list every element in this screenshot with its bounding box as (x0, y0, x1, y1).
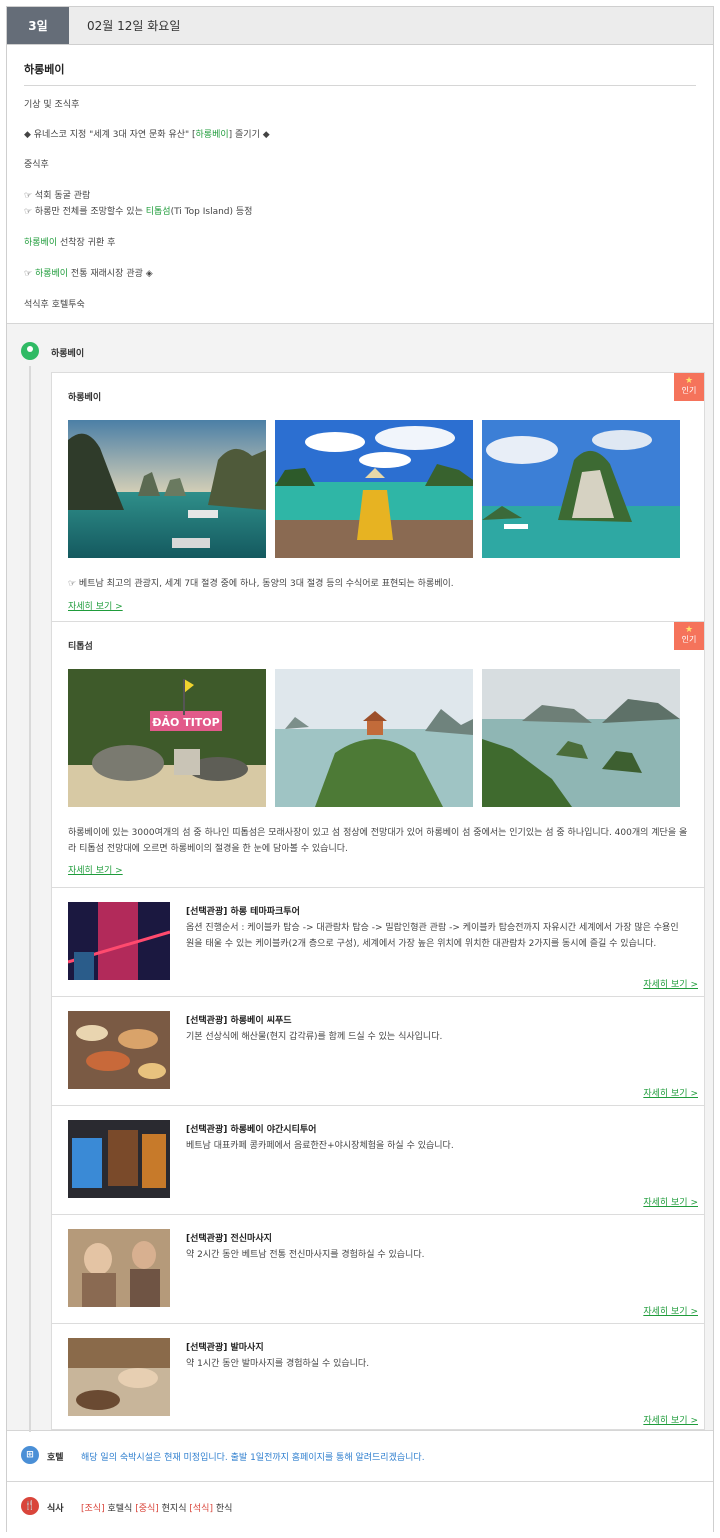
summary-line: ◆ 유네스코 지정 "세계 3대 자연 문화 유산" [하롱베이] 즐기기 ◆ (24, 127, 270, 140)
more-link[interactable]: 자세히 보기 > (643, 1413, 698, 1426)
more-link[interactable]: 자세히 보기 > (643, 1304, 698, 1317)
summary-text: (Ti Top Island) 등정 (170, 207, 253, 217)
location-label: 하롱베이 (51, 349, 85, 359)
option-description: 약 1시간 동안 발마사지를 경험하실 수 있습니다. (186, 1359, 370, 1369)
breakfast-value: 호텔식 (107, 1504, 133, 1514)
more-link[interactable]: 자세히 보기 > (643, 1086, 698, 1099)
summary-title: 하롱베이 (24, 61, 696, 86)
summary-line: 하롱베이 선착장 귀환 후 (24, 235, 115, 248)
titop-sign: ĐẢO TITOP (152, 715, 219, 729)
more-link[interactable]: 자세히 보기 > (68, 599, 123, 612)
summary-text: 선착장 귀환 후 (57, 238, 116, 248)
summary-line: ☞ 하롱베이 전통 재래시장 관광 ◈ (24, 266, 153, 279)
spot-photo (482, 669, 680, 807)
summary-line: ☞ 하롱만 전체를 조망할수 있는 티톱섬(Ti Top Island) 등정 (24, 204, 252, 217)
timeline-line (29, 366, 31, 1436)
option-thumbnail (68, 1011, 170, 1089)
option-description: 옵션 진행순서 : 케이블카 탑승 -> 대관람차 탑승 -> 밀랍인형관 관람… (186, 923, 679, 949)
summary-line: ☞ 석회 동굴 관람 (24, 188, 90, 201)
more-link[interactable]: 자세히 보기 > (643, 1195, 698, 1208)
summary-highlight: 티톱섬 (145, 207, 171, 217)
option-item: [선택관광] 하롱 테마파크투어 옵션 진행순서 : 케이블카 탑승 -> 대관… (52, 887, 704, 996)
fork-knife-icon: 🍴 (21, 1497, 39, 1515)
summary-text: 석식후 호텔투숙 (24, 300, 85, 310)
day-date: 02월 12일 화요일 (87, 19, 181, 33)
summary-text: 기상 및 조식후 (24, 100, 80, 110)
option-title: [선택관광] 하롱베이 야간시티투어 (186, 1125, 317, 1135)
spot-description: 하롱베이에 있는 3000여개의 섬 중 하나인 띠톱섬은 모래사장이 있고 섬… (68, 828, 688, 854)
hotel-icon: ⊞ (21, 1446, 39, 1464)
breakfast-tag: [조식] (81, 1504, 105, 1514)
badge-label: 인기 (681, 635, 697, 644)
option-title: [선택관광] 하롱베이 씨푸드 (186, 1016, 292, 1026)
lunch-tag: [중식] (135, 1504, 159, 1514)
day-number-badge: 3일 (7, 7, 69, 44)
spot-titop: 티톱섬 ★ 인기 ĐẢO TITOP 하롱베이에 있는 3000여개의 섬 중 … (52, 621, 704, 887)
hotel-label: 호텔 (47, 1453, 64, 1463)
summary-text: ☞ 석회 동굴 관람 (24, 191, 91, 201)
popular-badge: ★ 인기 (674, 622, 704, 650)
option-description: 베트남 대표카페 콩카페에서 음료한잔+야시장체험을 하실 수 있습니다. (186, 1141, 454, 1151)
dinner-tag: [석식] (189, 1504, 213, 1514)
summary-highlight: 하롱베이 (34, 269, 69, 279)
spot-title: 티톱섬 (68, 642, 93, 652)
more-link[interactable]: 자세히 보기 > (643, 977, 698, 990)
more-link[interactable]: 자세히 보기 > (68, 863, 123, 876)
meal-label: 식사 (47, 1504, 64, 1514)
option-title: [선택관광] 발마사지 (186, 1343, 264, 1353)
day-header: 3일 02월 12일 화요일 (7, 7, 713, 45)
star-icon: ★ (684, 376, 694, 386)
summary-line: 기상 및 조식후 (24, 97, 79, 110)
summary-highlight: 하롱베이 (195, 130, 229, 140)
option-title: [선택관광] 전신마사지 (186, 1234, 272, 1244)
lunch-value: 현지식 (161, 1504, 187, 1514)
option-thumbnail (68, 1338, 170, 1416)
spot-photo: ĐẢO TITOP (68, 669, 266, 807)
option-description: 약 2시간 동안 베트남 전통 전신마사지를 경험하실 수 있습니다. (186, 1250, 425, 1260)
spot-photo (275, 420, 473, 558)
summary-text: ☞ (24, 269, 35, 279)
popular-badge: ★ 인기 (674, 373, 704, 401)
option-item: [선택관광] 전신마사지 약 2시간 동안 베트남 전통 전신마사지를 경험하실… (52, 1214, 704, 1323)
dinner-value: 한식 (215, 1504, 233, 1514)
hotel-text: 해당 일의 숙박시설은 현재 미정입니다. 출발 1일전까지 홈페이지를 통해 … (81, 1453, 425, 1463)
spot-title: 하롱베이 (68, 393, 102, 403)
summary-text: 전통 재래시장 관광 ◈ (68, 269, 153, 279)
badge-label: 인기 (681, 386, 697, 395)
itinerary-day: 3일 02월 12일 화요일 하롱베이 기상 및 조식후 ◆ 유네스코 지정 "… (6, 6, 714, 1533)
summary-text: ☞ 하롱만 전체를 조망할수 있는 (24, 207, 146, 217)
spot-card: 하롱베이 ★ 인기 ☞ 베트남 최고의 관광지, 세계 7대 절경 중에 하나,… (51, 372, 705, 1430)
option-item: [선택관광] 발마사지 약 1시간 동안 발마사지를 경험하실 수 있습니다. … (52, 1323, 704, 1432)
meal-text: [조식] 호텔식 [중식] 현지식 [석식] 한식 (81, 1501, 232, 1514)
spot-photo (275, 669, 473, 807)
summary-line: 석식후 호텔투숙 (24, 297, 85, 310)
option-thumbnail (68, 1229, 170, 1307)
summary-text: 중식후 (24, 160, 49, 170)
option-item: [선택관광] 하롱베이 야간시티투어 베트남 대표카페 콩카페에서 음료한잔+야… (52, 1105, 704, 1214)
option-description: 기본 선상식에 해산물(현지 갑각류)를 함께 드실 수 있는 식사입니다. (186, 1032, 443, 1042)
option-title: [선택관광] 하롱 테마파크투어 (186, 907, 300, 917)
star-icon: ★ (684, 625, 694, 635)
hotel-row: ⊞ 호텔 해당 일의 숙박시설은 현재 미정입니다. 출발 1일전까지 홈페이지… (7, 1432, 713, 1482)
spot-photo (482, 420, 680, 558)
day-summary: 하롱베이 기상 및 조식후 ◆ 유네스코 지정 "세계 3대 자연 문화 유산"… (7, 45, 713, 325)
option-thumbnail (68, 902, 170, 980)
summary-text: ] 즐기기 ◆ (228, 130, 270, 140)
option-thumbnail (68, 1120, 170, 1198)
summary-line: 중식후 (24, 157, 49, 170)
spot-photo (68, 420, 266, 558)
schedule-section: 하롱베이 하롱베이 ★ 인기 ☞ 베트남 최고의 관광지, 세계 7대 절경 중… (7, 323, 713, 1436)
spot-description: ☞ 베트남 최고의 관광지, 세계 7대 절경 중에 하나, 동양의 3대 절경… (68, 579, 454, 589)
summary-text: ◆ 유네스코 지정 "세계 3대 자연 문화 유산" [ (24, 130, 196, 140)
option-item: [선택관광] 하롱베이 씨푸드 기본 선상식에 해산물(현지 갑각류)를 함께 … (52, 996, 704, 1105)
meal-row: 🍴 식사 [조식] 호텔식 [중식] 현지식 [석식] 한식 (7, 1483, 713, 1533)
summary-highlight: 하롱베이 (24, 238, 58, 248)
spot-halong: 하롱베이 ★ 인기 ☞ 베트남 최고의 관광지, 세계 7대 절경 중에 하나,… (52, 373, 704, 621)
location-pin-icon (21, 342, 39, 360)
